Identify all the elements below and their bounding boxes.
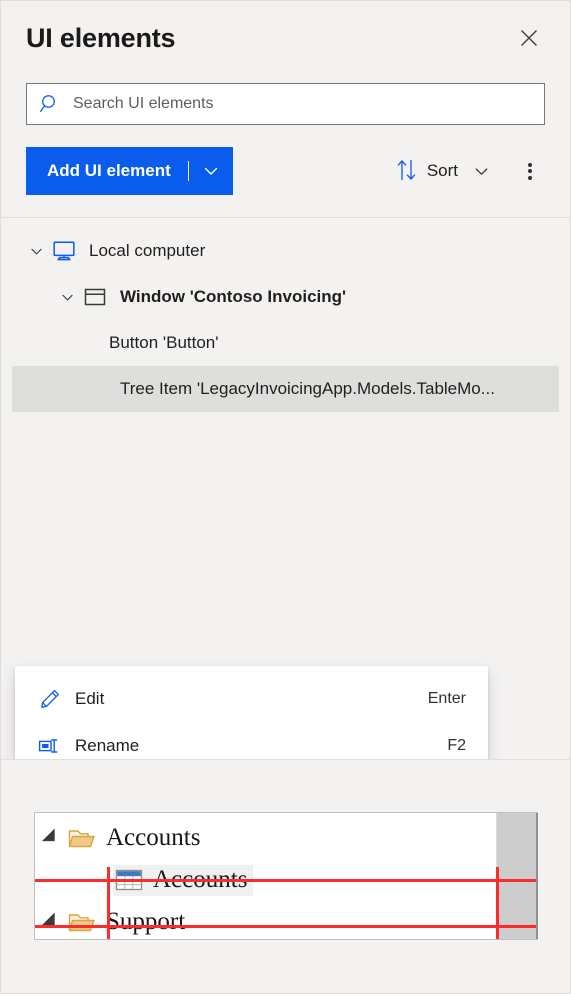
- preview-row: Accounts: [41, 817, 201, 859]
- button-divider: [187, 161, 189, 181]
- context-menu-item-rename[interactable]: Rename F2: [15, 722, 488, 759]
- tree-node-label: Local computer: [89, 241, 206, 260]
- context-menu-shortcut: F2: [447, 736, 466, 754]
- search-input[interactable]: [73, 84, 544, 124]
- chevron-down-icon[interactable]: [189, 147, 233, 195]
- tree-node-window[interactable]: Window 'Contoso Invoicing': [12, 274, 559, 320]
- chevron-down-icon[interactable]: [23, 244, 49, 259]
- chevron-down-icon: [473, 163, 490, 180]
- vertical-scrollbar[interactable]: [496, 813, 538, 939]
- folder-icon: [68, 827, 96, 850]
- context-menu-label: Rename: [75, 735, 140, 755]
- monitor-icon: [49, 240, 79, 262]
- sort-button[interactable]: Sort: [390, 154, 496, 189]
- kebab-dot: [528, 162, 532, 167]
- preview-pane: Accounts Accounts Support: [1, 759, 570, 993]
- tree-node-button[interactable]: Button 'Button': [12, 320, 559, 366]
- context-menu: Edit Enter Rename F2: [15, 666, 488, 759]
- context-menu-item-edit[interactable]: Edit Enter: [15, 675, 488, 722]
- tree-node-label: Button 'Button': [109, 333, 219, 352]
- preview-row: Support: [41, 901, 186, 939]
- kebab-dot: [528, 169, 532, 173]
- preview-row-label: Support: [106, 908, 186, 935]
- chevron-down-icon[interactable]: [54, 290, 80, 305]
- tree-node-local-computer[interactable]: Local computer: [12, 228, 559, 274]
- rename-icon: [31, 736, 69, 756]
- page-title: UI elements: [26, 22, 176, 53]
- kebab-menu-icon[interactable]: [510, 151, 550, 191]
- ui-elements-tree: Local computer Window 'Contoso Invoicing…: [1, 218, 570, 759]
- window-icon: [80, 287, 110, 307]
- tree-node-tree-item[interactable]: Tree Item 'LegacyInvoicingApp.Models.Tab…: [12, 366, 559, 412]
- search-icon: [27, 93, 73, 115]
- preview-row-label: Accounts: [106, 824, 201, 851]
- folder-icon: [68, 911, 96, 934]
- context-menu-shortcut: Enter: [427, 689, 466, 707]
- ui-elements-panel: UI elements Add UI element: [0, 0, 571, 994]
- search-box[interactable]: [26, 83, 545, 125]
- tree-node-label: Tree Item 'LegacyInvoicingApp.Models.Tab…: [120, 379, 495, 398]
- triangle-expanded-icon: [41, 912, 62, 932]
- add-ui-element-label: Add UI element: [47, 161, 171, 180]
- highlight-line-vertical-left: [107, 867, 110, 939]
- sort-label: Sort: [426, 161, 458, 180]
- highlight-line-vertical-right: [496, 867, 499, 939]
- context-menu-label: Edit: [75, 688, 105, 708]
- tree-node-label: Window 'Contoso Invoicing': [120, 287, 347, 306]
- kebab-dot: [528, 175, 532, 180]
- search-container: [1, 83, 570, 125]
- pencil-icon: [31, 688, 69, 710]
- close-icon[interactable]: [512, 21, 546, 55]
- element-preview-image: Accounts Accounts Support: [34, 812, 538, 940]
- command-bar: Add UI element Sort: [1, 147, 570, 195]
- triangle-expanded-icon: [41, 828, 62, 848]
- sort-arrows-icon: [396, 158, 418, 185]
- panel-header: UI elements: [1, 1, 570, 75]
- add-ui-element-button[interactable]: Add UI element: [26, 147, 233, 195]
